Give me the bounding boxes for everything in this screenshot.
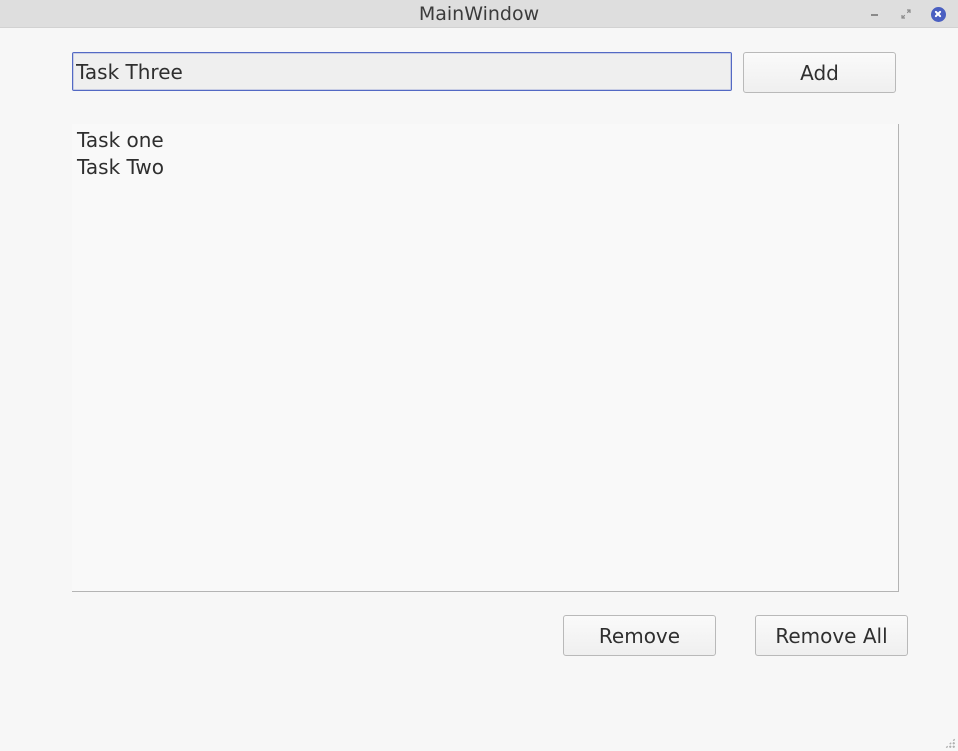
close-icon (930, 6, 946, 22)
task-input[interactable] (72, 52, 732, 91)
restore-icon (901, 9, 911, 19)
restore-button[interactable] (898, 6, 914, 22)
title-bar[interactable]: MainWindow (0, 0, 958, 28)
list-item[interactable]: Task one (77, 127, 898, 154)
main-window: MainWindow Add Task one Task Two Remove … (0, 0, 958, 751)
add-button[interactable]: Add (743, 52, 896, 93)
close-button[interactable] (930, 6, 946, 22)
minimize-icon (870, 14, 878, 16)
window-title: MainWindow (418, 3, 540, 25)
list-item[interactable]: Task Two (77, 154, 898, 181)
remove-all-button[interactable]: Remove All (755, 615, 908, 656)
task-list[interactable]: Task one Task Two (72, 124, 899, 592)
resize-grip-icon[interactable] (945, 738, 955, 748)
minimize-button[interactable] (866, 6, 882, 22)
remove-button[interactable]: Remove (563, 615, 716, 656)
